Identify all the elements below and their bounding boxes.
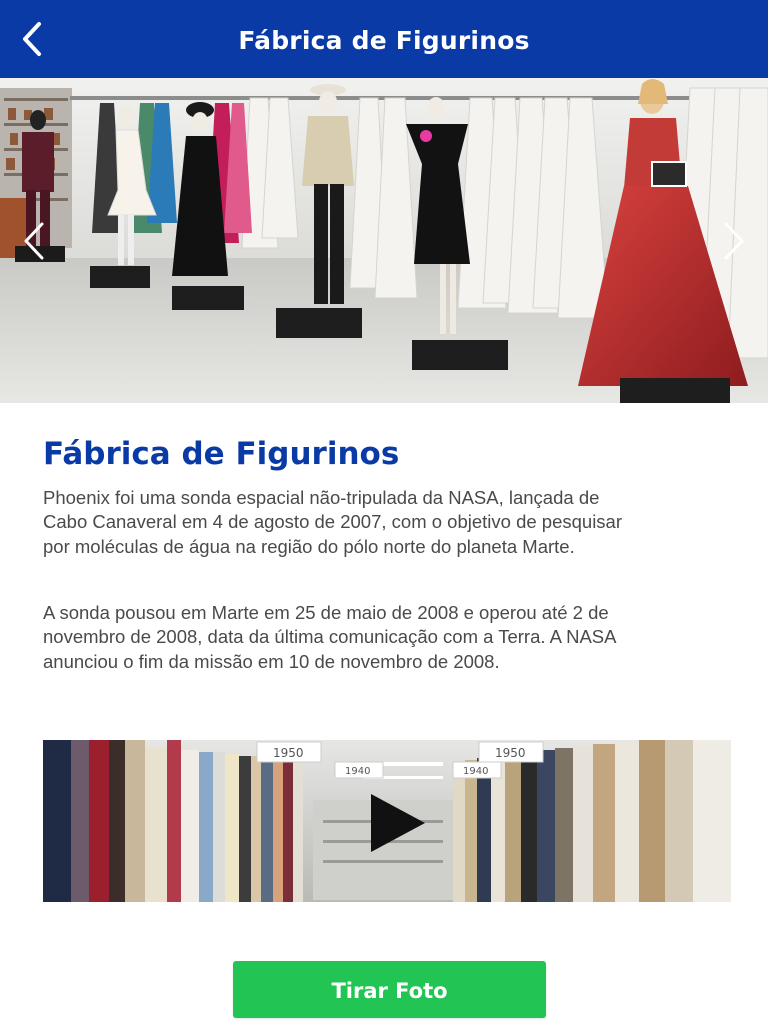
rack-tag-label: 1950 <box>495 746 526 760</box>
chevron-left-icon <box>24 222 44 260</box>
take-photo-button[interactable]: Tirar Foto <box>233 961 546 1018</box>
article-paragraph: Phoenix foi uma sonda espacial não-tripu… <box>43 487 623 557</box>
hero-carousel[interactable] <box>0 78 768 403</box>
rack-tag-label: 1940 <box>463 766 488 777</box>
rack-tag-label: 1940 <box>345 766 370 777</box>
rack-tag-label: 1950 <box>273 746 304 760</box>
video-player[interactable]: 1950 1940 1950 1940 <box>43 740 731 902</box>
hero-image <box>0 78 768 403</box>
nav-title: Fábrica de Figurinos <box>238 26 530 55</box>
carousel-next-button[interactable] <box>710 216 754 266</box>
navigation-bar: Fábrica de Figurinos <box>0 0 768 78</box>
carousel-prev-button[interactable] <box>14 216 58 266</box>
play-icon <box>371 794 425 852</box>
article-paragraph: A sonda pousou em Marte em 25 de maio de… <box>43 602 616 672</box>
article-title: Fábrica de Figurinos <box>43 436 400 472</box>
screen: Fábrica de Figurinos Fábrica de Figurino… <box>0 0 768 1024</box>
play-button[interactable] <box>369 792 427 854</box>
chevron-right-icon <box>724 222 744 260</box>
